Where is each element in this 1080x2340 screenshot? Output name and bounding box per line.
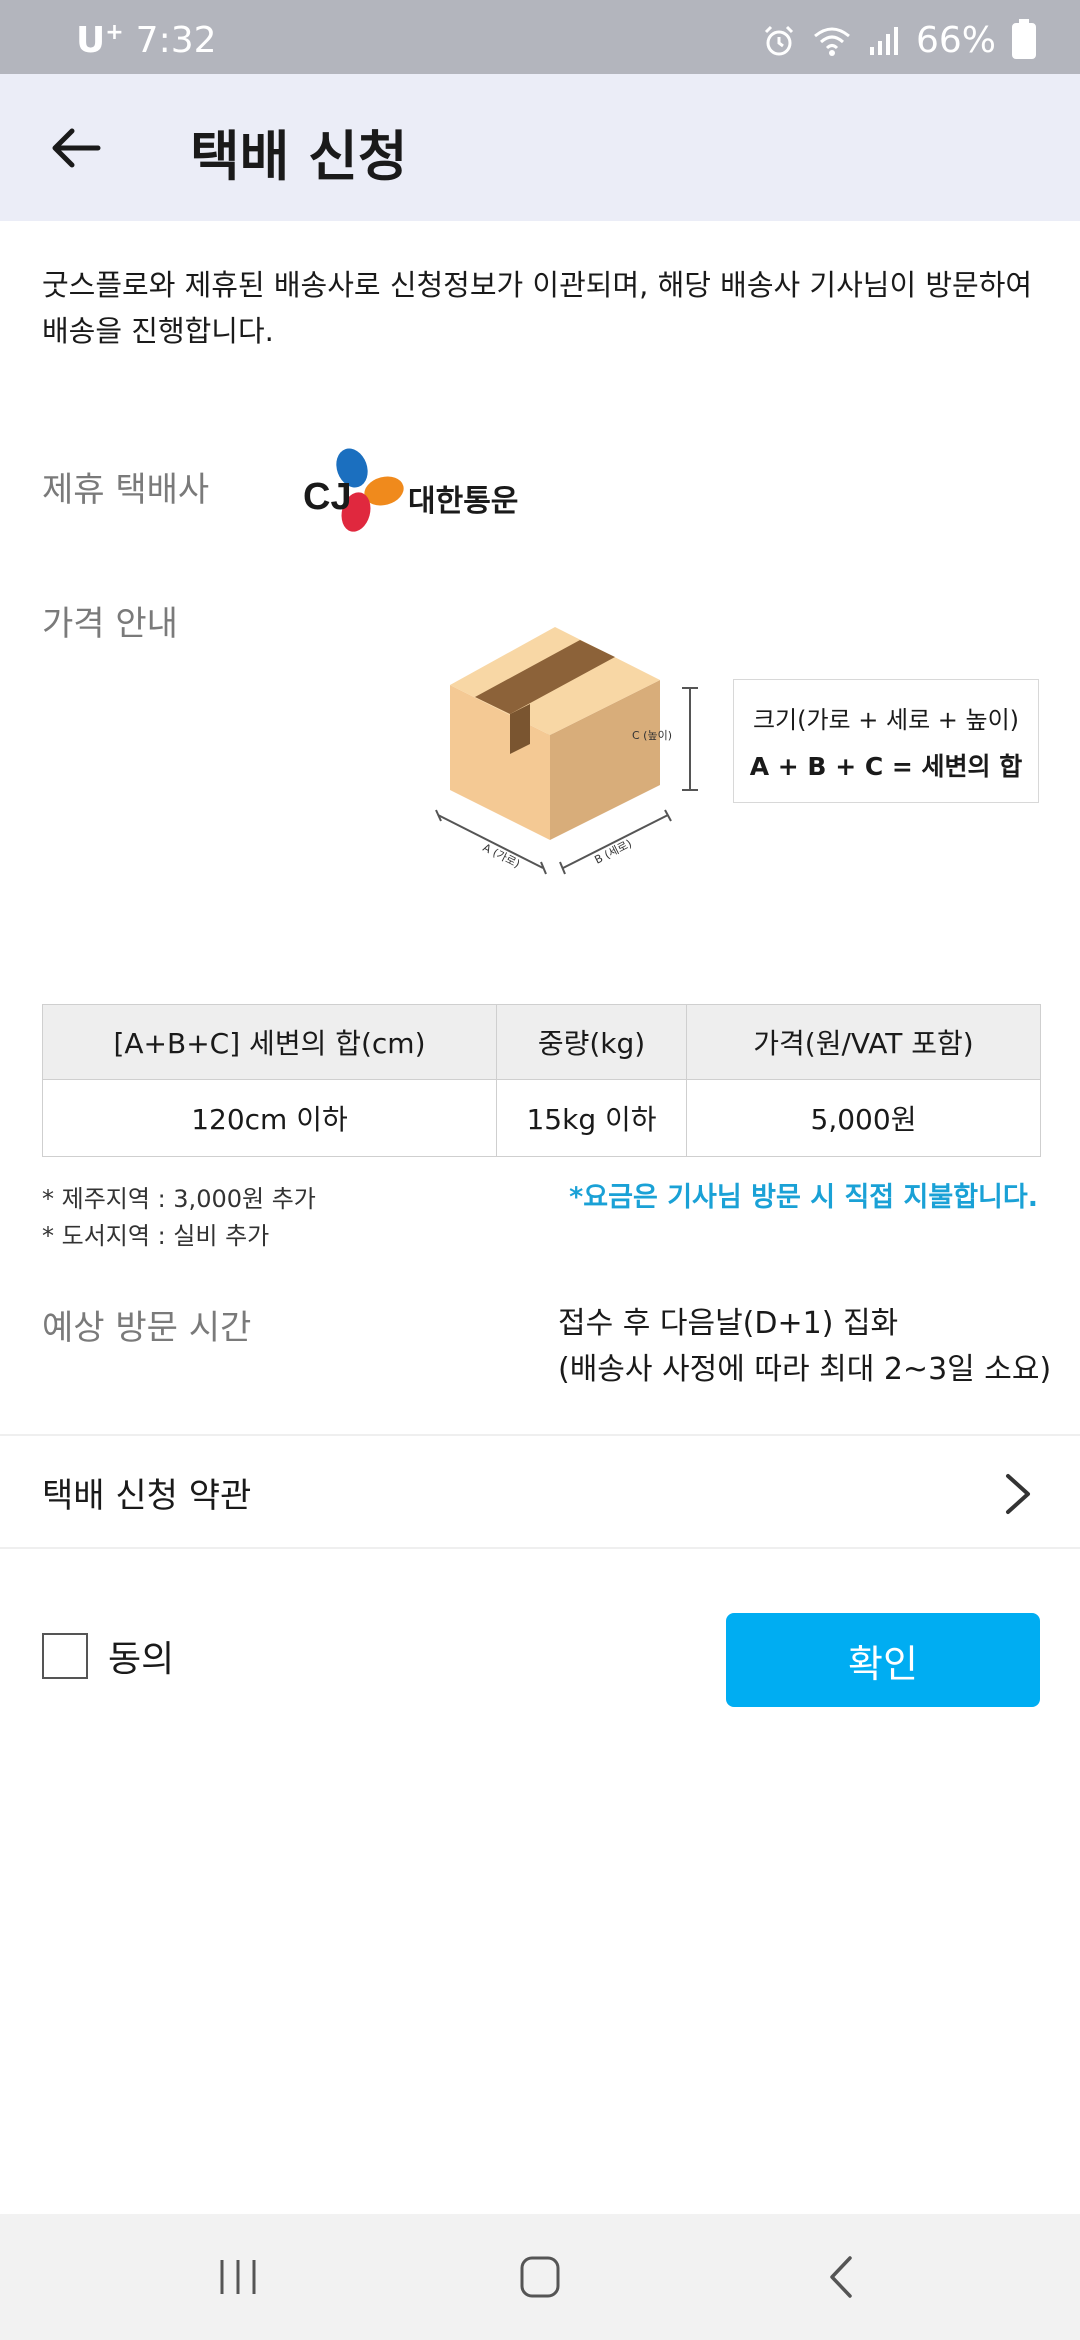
divider — [0, 1547, 1080, 1549]
carrier-text: U — [76, 20, 106, 61]
cj-logo-text: CJ — [303, 476, 352, 518]
price-guide-label: 가격 안내 — [42, 604, 178, 644]
battery-icon — [1012, 18, 1036, 59]
battery-percent: 66% — [915, 20, 996, 61]
carrier-label: U+ — [76, 20, 124, 61]
payment-note: *요금은 기사님 방문 시 직접 지불합니다. — [569, 1182, 1038, 1213]
app-header: 택배 신청 — [0, 74, 1080, 221]
visit-line1: 접수 후 다음날(D+1) 집화 — [558, 1306, 899, 1341]
note-jeju: * 제주지역 : 3,000원 추가 — [42, 1185, 316, 1213]
terms-row[interactable]: 택배 신청 약관 — [0, 1436, 1080, 1548]
status-left: U+ 7:32 — [76, 20, 217, 61]
signal-icon — [869, 26, 898, 55]
system-nav-bar — [0, 2214, 1080, 2340]
clock: 7:32 — [135, 20, 217, 61]
alarm-icon — [764, 25, 794, 55]
back-icon[interactable] — [812, 2252, 872, 2302]
dim-b-label: B (세로) — [592, 837, 633, 867]
box-illustration: C (높이) A (가로) B (세로) — [435, 627, 698, 875]
agree-checkbox-row[interactable]: 동의 — [42, 1630, 174, 1682]
table-header: [A+B+C] 세변의 합(cm) — [42, 1004, 497, 1080]
dim-a-label: A (가로) — [481, 841, 522, 871]
wifi-icon — [814, 27, 850, 56]
recent-apps-icon[interactable] — [208, 2252, 268, 2302]
size-info-box: 크기(가로 + 세로 + 높이) A + B + C = 세변의 합 — [733, 679, 1039, 803]
status-bar: U+ 7:32 66% — [0, 0, 1080, 74]
table-header: 가격(원/VAT 포함) — [686, 1004, 1041, 1080]
home-icon[interactable] — [510, 2252, 570, 2302]
intro-text: 굿스플로와 제휴된 배송사로 신청정보가 이관되며, 해당 배송사 기사님이 방… — [42, 268, 1033, 348]
status-right: 66% — [762, 18, 1036, 61]
size-formula-label: 크기(가로 + 세로 + 높이) — [752, 706, 1020, 734]
terms-label: 택배 신청 약관 — [42, 1476, 252, 1516]
chevron-right-icon — [1006, 1474, 1030, 1514]
table-header-row: [A+B+C] 세변의 합(cm) 중량(kg) 가격(원/VAT 포함) — [42, 1004, 1041, 1080]
cj-logo: CJ 대한통운 — [300, 446, 520, 536]
carrier-plus: + — [105, 20, 124, 45]
table-cell-weight: 15kg 이하 — [496, 1079, 687, 1157]
visit-value: 접수 후 다음날(D+1) 집화 (배송사 사정에 따라 최대 2~3일 소요) — [558, 1301, 1051, 1393]
page-title: 택배 신청 — [190, 125, 408, 188]
table-row: 120cm 이하 15kg 이하 5,000원 — [42, 1079, 1041, 1157]
visit-line2: (배송사 사정에 따라 최대 2~3일 소요) — [558, 1352, 1052, 1387]
size-formula: A + B + C = 세변의 합 — [749, 752, 1023, 781]
back-arrow-icon[interactable] — [44, 116, 108, 180]
visit-label: 예상 방문 시간 — [42, 1308, 252, 1348]
table-cell-price: 5,000원 — [686, 1079, 1041, 1157]
cj-logo-kr: 대한통운 — [408, 484, 519, 519]
dim-c-label: C (높이) — [632, 729, 672, 742]
table-cell-size: 120cm 이하 — [42, 1079, 497, 1157]
note-island: * 도서지역 : 실비 추가 — [42, 1222, 270, 1250]
table-header: 중량(kg) — [496, 1004, 687, 1080]
confirm-button[interactable]: 확인 — [726, 1613, 1040, 1707]
partner-label: 제휴 택배사 — [42, 470, 210, 510]
price-table: [A+B+C] 세변의 합(cm) 중량(kg) 가격(원/VAT 포함) 12… — [42, 1004, 1041, 1157]
agree-checkbox[interactable] — [42, 1633, 88, 1679]
agree-label: 동의 — [108, 1639, 175, 1680]
